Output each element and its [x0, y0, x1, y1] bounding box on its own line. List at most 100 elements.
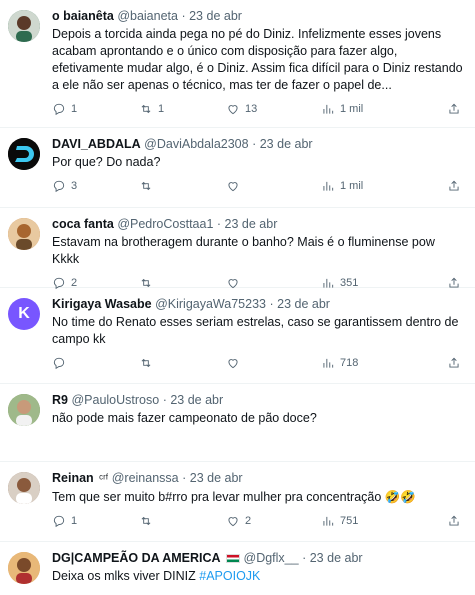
avatar[interactable] [8, 218, 40, 250]
handle[interactable]: @Dgflx__ [244, 551, 299, 565]
handle[interactable]: @baianeta [117, 9, 178, 23]
display-name[interactable]: DG|CAMPEÃO DA AMERICA [52, 551, 221, 565]
like-button[interactable]: 13 [226, 102, 321, 116]
tweet-header: DAVI_ABDALA @DaviAbdala2308 · 23 de abr [52, 136, 465, 153]
display-name[interactable]: R9 [52, 393, 68, 407]
action-bar: 1 1 13 1 mil [52, 96, 465, 122]
reply-button[interactable]: 3 [52, 179, 139, 193]
timestamp[interactable]: 23 de abr [170, 393, 223, 407]
tweet-text: não pode mais fazer campeonato de pão do… [52, 411, 317, 425]
timestamp[interactable]: 23 de abr [260, 137, 313, 151]
tweet[interactable]: R9 @PauloUstroso · 23 de abr não pode ma… [0, 384, 475, 462]
views-icon [323, 104, 334, 114]
tweet-text: Deixa os mlks viver DINIZ #APOIOJK [52, 568, 465, 585]
reply-icon [53, 180, 65, 193]
tweet-header: DG|CAMPEÃO DA AMERICA @Dgflx__ · 23 de a… [52, 550, 465, 567]
tweet[interactable]: coca fanta @PedroCosttaa1 · 23 de abr Es… [0, 208, 475, 290]
like-count: 13 [245, 103, 258, 115]
retweet-button[interactable] [139, 356, 226, 370]
timestamp[interactable]: 23 de abr [190, 471, 243, 485]
retweet-button[interactable] [139, 514, 226, 528]
retweet-button[interactable] [139, 179, 226, 193]
flag-icon [226, 554, 241, 563]
name-badge: ᶜʳᶠ [99, 473, 109, 485]
retweet-icon [141, 104, 151, 114]
share-button[interactable] [447, 514, 461, 528]
action-bar: 718 [52, 350, 465, 376]
retweet-count: 1 [158, 103, 165, 115]
separator-dot: · [162, 393, 167, 407]
like-count: 2 [245, 515, 252, 527]
action-bar: 3 1 mil [52, 173, 465, 199]
view-count: 1 mil [340, 180, 364, 192]
share-icon [449, 357, 459, 368]
tweet[interactable]: o baianêta @baianeta · 23 de abr Depois … [0, 0, 475, 128]
tweet-header: coca fanta @PedroCosttaa1 · 23 de abr [52, 216, 465, 233]
avatar[interactable] [8, 10, 40, 42]
timestamp[interactable]: 23 de abr [310, 551, 363, 565]
tweet-text: No time do Renato esses seriam estrelas,… [52, 315, 459, 346]
reply-count: 1 [71, 515, 78, 527]
handle[interactable]: @PedroCosttaa1 [117, 217, 213, 231]
views-icon [323, 516, 334, 526]
tweet-text-main: Deixa os mlks viver DINIZ [52, 569, 196, 583]
tweet-header: Kirigaya Wasabe @KirigayaWa75233 · 23 de… [52, 296, 465, 313]
action-bar: 1 2 751 [52, 508, 465, 534]
tweet[interactable]: DG|CAMPEÃO DA AMERICA @Dgflx__ · 23 de a… [0, 542, 475, 595]
views-button[interactable]: 718 [321, 356, 411, 370]
view-count: 718 [340, 357, 359, 369]
retweet-icon [141, 358, 151, 368]
reply-icon [53, 103, 65, 116]
share-button[interactable] [447, 356, 461, 370]
share-icon [449, 103, 459, 114]
tweet-text: Estavam na brotheragem durante o banho? … [52, 235, 435, 266]
avatar[interactable] [8, 472, 40, 504]
tweet-text: Por que? Do nada? [52, 155, 161, 169]
views-button[interactable]: 1 mil [321, 179, 411, 193]
reply-button[interactable] [52, 356, 139, 370]
separator-dot: · [302, 551, 307, 565]
view-count: 1 mil [340, 103, 364, 115]
avatar[interactable] [8, 552, 40, 584]
heart-icon [228, 182, 238, 192]
avatar[interactable]: K [8, 298, 40, 330]
handle[interactable]: @DaviAbdala2308 [144, 137, 248, 151]
display-name[interactable]: Kirigaya Wasabe [52, 297, 152, 311]
views-button[interactable]: 751 [321, 514, 411, 528]
reply-button[interactable]: 1 [52, 514, 139, 528]
share-button[interactable] [447, 179, 461, 193]
like-button[interactable]: 2 [226, 514, 321, 528]
tweet[interactable]: K Kirigaya Wasabe @KirigayaWa75233 · 23 … [0, 288, 475, 384]
heart-icon [228, 105, 238, 115]
separator-dot: · [269, 297, 274, 311]
avatar[interactable] [8, 138, 40, 170]
tweet-header: Reinan ᶜʳᶠ @reinanssa · 23 de abr [52, 470, 465, 488]
view-count: 751 [340, 515, 359, 527]
share-icon [449, 180, 459, 191]
display-name[interactable]: Reinan [52, 471, 94, 485]
reply-feed: o baianêta @baianeta · 23 de abr Depois … [0, 0, 475, 595]
like-button[interactable] [226, 179, 321, 193]
timestamp[interactable]: 23 de abr [189, 9, 242, 23]
retweet-button[interactable]: 1 [139, 102, 226, 116]
avatar[interactable] [8, 394, 40, 426]
hashtag-link[interactable]: #APOIOJK [199, 569, 260, 583]
timestamp[interactable]: 23 de abr [225, 217, 278, 231]
avatar-letter: K [18, 305, 30, 322]
views-button[interactable]: 1 mil [321, 102, 411, 116]
display-name[interactable]: DAVI_ABDALA [52, 137, 141, 151]
reply-button[interactable]: 1 [52, 102, 139, 116]
share-button[interactable] [447, 102, 461, 116]
tweet[interactable]: DAVI_ABDALA @DaviAbdala2308 · 23 de abr … [0, 128, 475, 208]
like-button[interactable] [226, 356, 321, 370]
reply-icon [53, 357, 65, 370]
tweet[interactable]: Reinan ᶜʳᶠ @reinanssa · 23 de abr Tem qu… [0, 462, 475, 542]
handle[interactable]: @KirigayaWa75233 [155, 297, 266, 311]
separator-dot: · [252, 137, 257, 151]
handle[interactable]: @reinanssa [112, 471, 179, 485]
handle[interactable]: @PauloUstroso [71, 393, 159, 407]
timestamp[interactable]: 23 de abr [277, 297, 330, 311]
views-icon [323, 358, 334, 368]
display-name[interactable]: o baianêta [52, 9, 114, 23]
display-name[interactable]: coca fanta [52, 217, 114, 231]
